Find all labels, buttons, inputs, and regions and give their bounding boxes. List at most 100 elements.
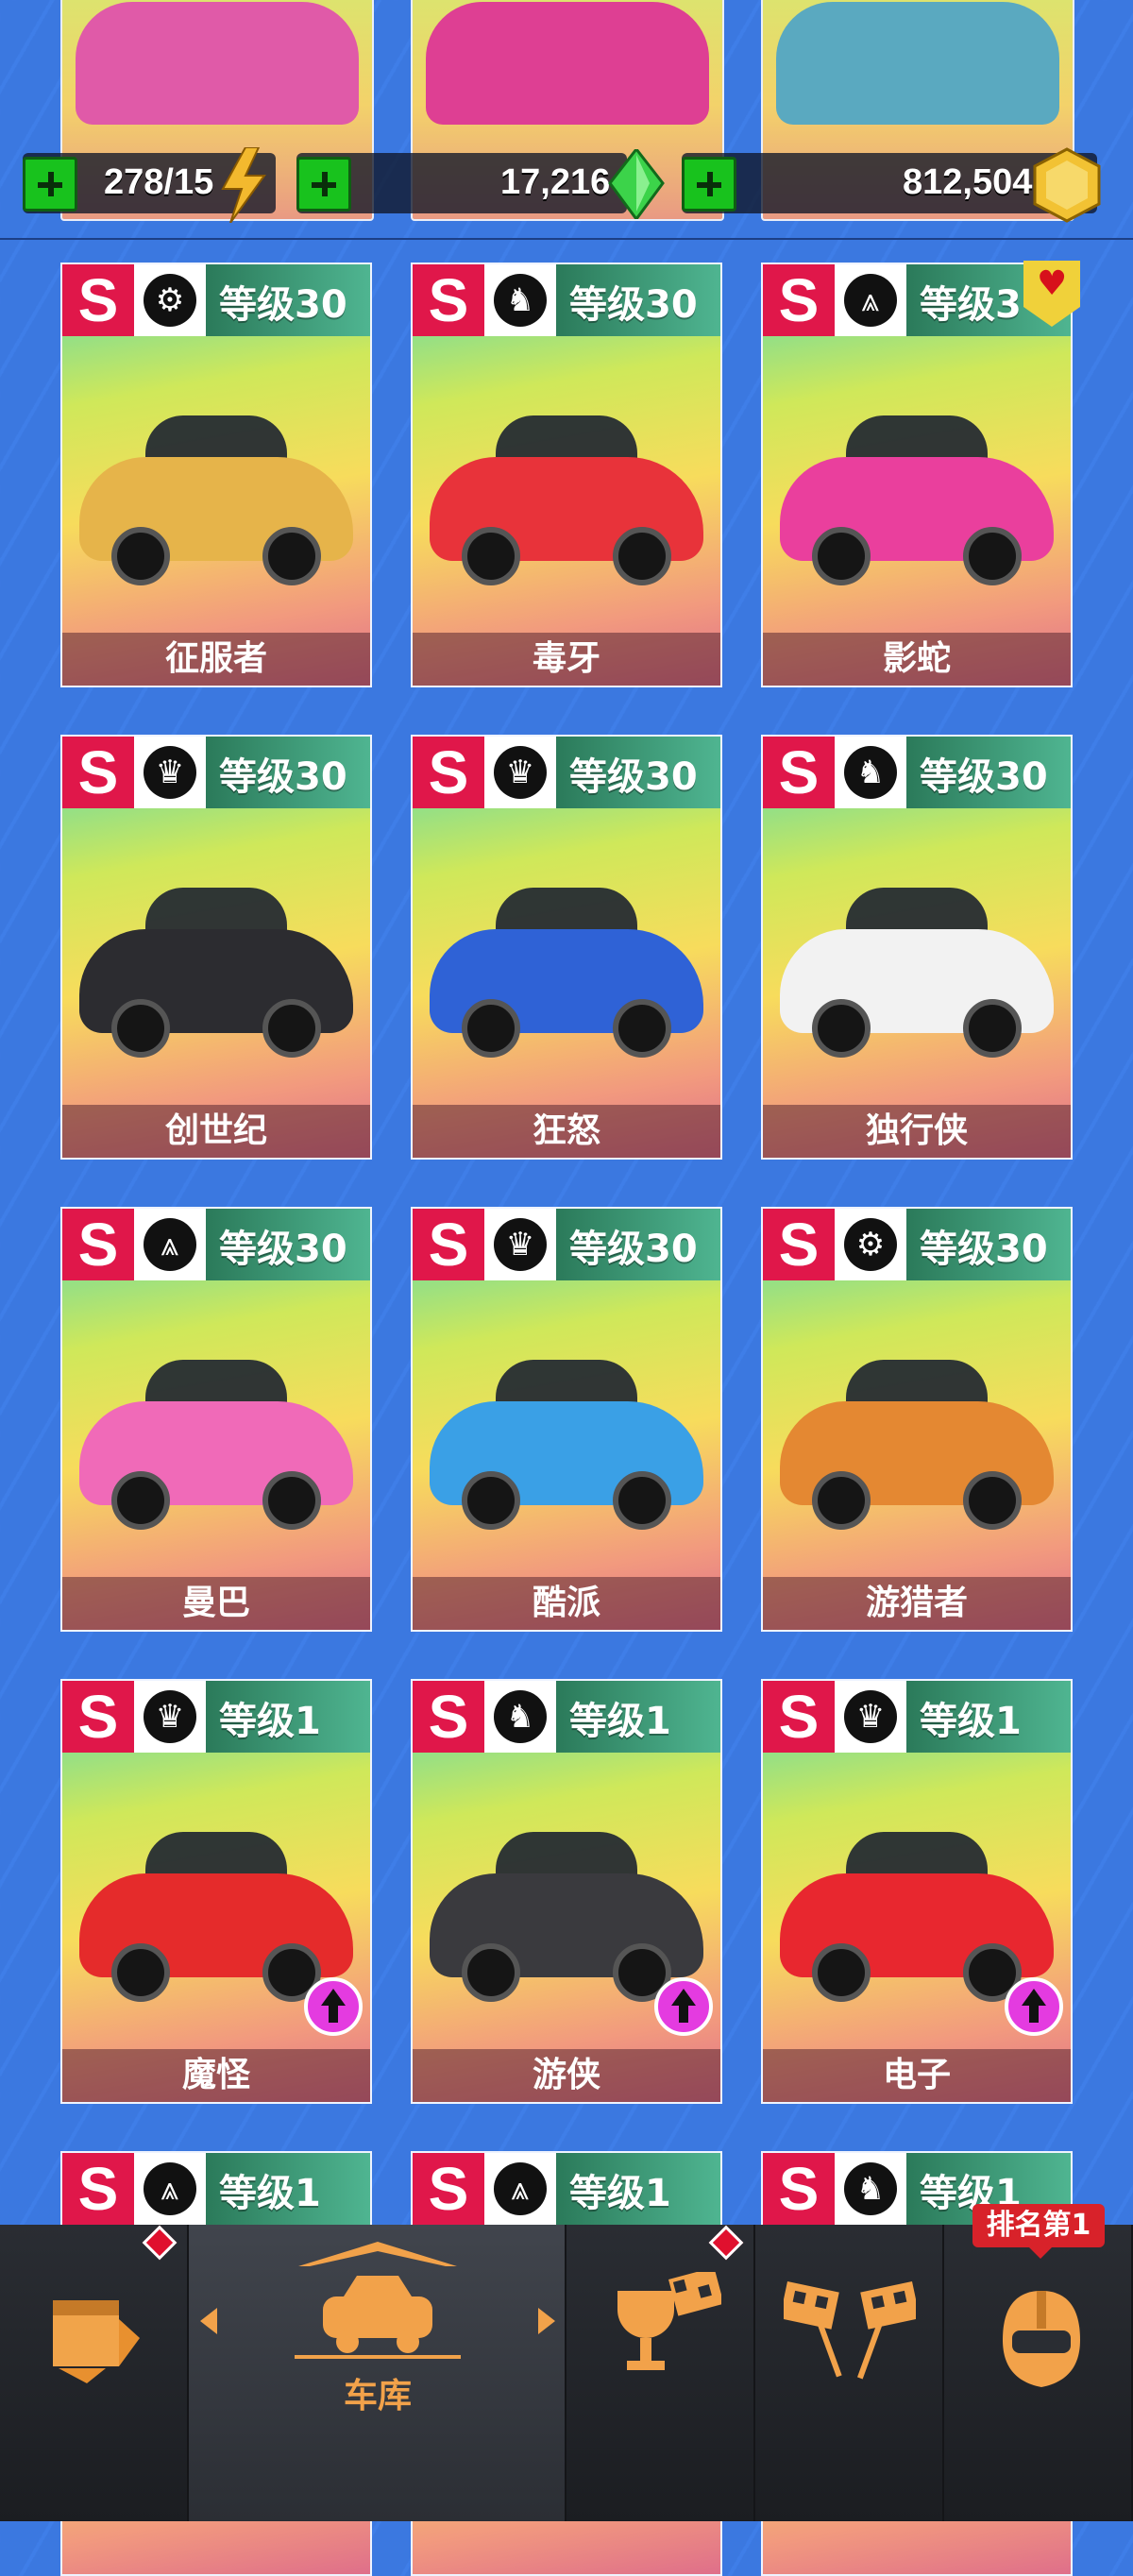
upgrade-available-icon[interactable] [1005,1977,1063,2036]
car-card[interactable]: S ♛ 等级30 狂怒 [411,735,722,1160]
lightning-icon [221,147,266,223]
car-card[interactable]: S ♛ 等级30 酷派 [411,1207,722,1632]
add-coins-button[interactable] [682,157,736,212]
car-name: 创世纪 [62,1105,370,1158]
car-card[interactable]: S ♛ 等级30 创世纪 [60,735,372,1160]
car-name: 酷派 [413,1577,720,1630]
car-image [79,878,353,1058]
car-wheel [111,999,170,1058]
gems-counter: 17,216 [296,149,665,219]
car-image [79,1822,353,2002]
car-card[interactable]: S ♛ 等级1 魔怪 [60,1679,372,2104]
rank-s-badge: S [62,1681,134,1753]
gem-icon [608,149,665,219]
card-header: S ♞ 等级1 [413,1681,720,1753]
crown-icon: ♛ [844,1690,897,1743]
car-wheel [963,1471,1022,1530]
car-image [780,1350,1054,1530]
car-card[interactable]: S ♞ 等级30 毒牙 [411,263,722,687]
car-wheel [812,1943,871,2002]
car-wheel [462,527,520,585]
car-card[interactable]: S ♞ 等级1 游侠 [411,1679,722,2104]
car-card[interactable]: S ♞ 等级30 独行侠 [761,735,1073,1160]
tab-profile[interactable] [944,2225,1133,2521]
tab-race[interactable] [755,2225,944,2521]
car-level: 等级30 [569,1228,698,1271]
car-wheel [462,1471,520,1530]
car-wheel [462,999,520,1058]
car-name: 毒牙 [413,633,720,686]
card-header: S ♛ 等级30 [62,737,370,808]
tab-shop[interactable] [0,2225,189,2521]
car-image [426,2,709,125]
class-badge: ⩓ [134,1209,206,1280]
road-icon: ⩓ [144,2162,196,2215]
trophy-flag-icon [617,2272,721,2370]
prev-arrow-icon[interactable] [200,2308,217,2334]
shop-box-icon [53,2300,140,2383]
car-wheel [262,1471,321,1530]
resource-bar: 278/15 17,216 812,504 [0,142,1133,225]
crown-icon: ♛ [144,746,196,799]
rank-s-badge: S [763,737,835,808]
rank-s-badge: S [763,2153,835,2225]
car-level: 等级1 [569,1700,671,1743]
car-level: 等级3 [920,283,1022,327]
car-image [780,1822,1054,2002]
checkered-flags-icon [784,2280,916,2380]
class-badge: ♛ [484,1209,556,1280]
car-name: 魔怪 [62,2049,370,2102]
rank-s-badge: S [62,264,134,336]
class-badge: ♛ [134,737,206,808]
class-badge: ⚙ [134,264,206,336]
class-badge: ♛ [835,1681,906,1753]
wheel-icon: ⚙ [844,1218,897,1271]
car-wheel [963,999,1022,1058]
rank-s-badge: S [763,264,835,336]
car-card[interactable]: S ⩓ 等级30 曼巴 [60,1207,372,1632]
coin-icon [1033,147,1101,223]
car-card[interactable]: S ⚙ 等级30 游猎者 [761,1207,1073,1632]
car-wheel [812,527,871,585]
car-level: 等级30 [569,283,698,327]
car-wheel [812,1471,871,1530]
crown-icon: ♛ [494,1218,547,1271]
class-badge: ⚙ [835,1209,906,1280]
car-card[interactable]: S ⚙ 等级30 征服者 [60,263,372,687]
tab-events[interactable] [566,2225,755,2521]
card-header: S ⩓ 等级1 [413,2153,720,2225]
energy-counter: 278/15 [23,147,276,223]
car-name: 影蛇 [763,633,1071,686]
card-header: S ♞ 等级30 [413,264,720,336]
car-wheel [613,999,671,1058]
car-wheel [111,1471,170,1530]
add-energy-button[interactable] [23,157,77,212]
class-badge: ♛ [484,737,556,808]
notification-badge [708,2225,744,2261]
card-header: S ⩓ 等级30 [62,1209,370,1280]
road-icon: ⩓ [144,1218,196,1271]
car-card[interactable]: S ⩓ 等级3 影蛇 [761,263,1073,687]
horse-icon: ♞ [494,274,547,327]
car-card[interactable]: S ♛ 等级1 电子 [761,1679,1073,2104]
upgrade-available-icon[interactable] [654,1977,713,2036]
card-header: S ⩓ 等级1 [62,2153,370,2225]
car-wheel [963,527,1022,585]
car-image [76,2,359,125]
car-wheel [111,1943,170,2002]
car-image [780,406,1054,585]
tab-garage[interactable]: 车库 [189,2225,566,2521]
add-gems-button[interactable] [296,157,351,212]
class-badge: ♞ [835,2153,906,2225]
card-header: S ♛ 等级30 [413,1209,720,1280]
card-header: S ⚙ 等级30 [62,264,370,336]
upgrade-available-icon[interactable] [304,1977,363,2036]
card-header: S ♛ 等级1 [62,1681,370,1753]
helmet-icon [1003,2291,1080,2387]
rank-s-badge: S [413,1209,484,1280]
car-image [79,406,353,585]
energy-value: 278/15 [104,162,214,202]
gems-value: 17,216 [500,162,611,202]
horse-icon: ♞ [844,746,897,799]
next-arrow-icon[interactable] [538,2308,555,2334]
